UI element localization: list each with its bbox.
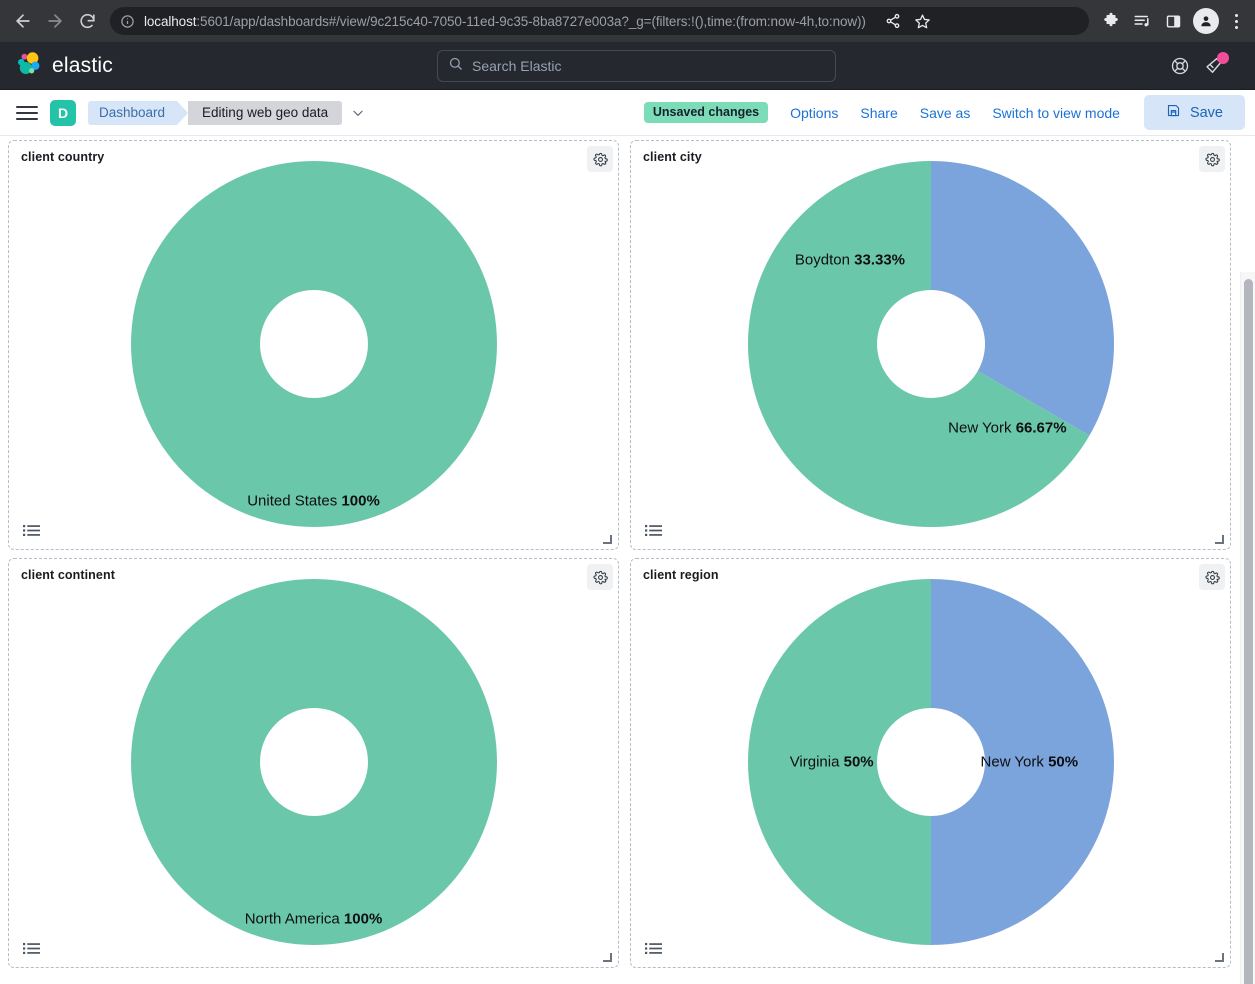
space-avatar[interactable]: D	[50, 99, 76, 126]
resize-handle-icon[interactable]	[1213, 532, 1225, 544]
save-button[interactable]: Save	[1143, 95, 1245, 130]
panel-title: client region	[643, 568, 719, 582]
switch-to-view-mode-button[interactable]: Switch to view mode	[992, 105, 1120, 121]
breadcrumb: Dashboard Editing web geo data	[88, 100, 365, 125]
breadcrumb-current[interactable]: Editing web geo data	[188, 100, 343, 125]
hamburger-menu-icon[interactable]	[16, 105, 38, 120]
slice-label: New York 66.67%	[948, 419, 1067, 437]
legend-list-icon[interactable]	[23, 524, 40, 537]
panel-chart-area: United States 100%	[9, 161, 618, 527]
bookmark-star-icon[interactable]	[909, 7, 937, 35]
header-actions	[1170, 52, 1241, 76]
brand-name: elastic	[52, 53, 113, 77]
panel-grid: client country United States 100% client…	[8, 140, 1232, 968]
search-placeholder: Search Elastic	[472, 57, 562, 74]
resize-handle-icon[interactable]	[601, 532, 613, 544]
side-panel-icon[interactable]	[1159, 7, 1187, 35]
notification-dot	[1217, 52, 1229, 64]
profile-avatar[interactable]	[1193, 8, 1219, 34]
elastic-brand[interactable]: elastic	[14, 49, 113, 83]
browser-toolbar: localhost:5601/app/dashboards#/view/9c21…	[0, 0, 1255, 42]
dashboard-actions: Unsaved changes Options Share Save as Sw…	[643, 95, 1245, 130]
help-lifebuoy-icon[interactable]	[1170, 56, 1190, 76]
extensions-puzzle-icon[interactable]	[1097, 7, 1125, 35]
slice-label: United States 100%	[247, 492, 380, 510]
scrollbar-thumb[interactable]	[1244, 279, 1253, 984]
donut-chart[interactable]	[130, 161, 497, 527]
url-text: localhost:5601/app/dashboards#/view/9c21…	[144, 14, 866, 29]
dashboard-panel[interactable]: client city Boydton 33.33% New York 66.67…	[630, 140, 1231, 550]
dashboard-canvas: client country United States 100% client…	[0, 136, 1255, 984]
dashboard-panel[interactable]: client country United States 100%	[8, 140, 619, 550]
forward-button[interactable]	[40, 6, 70, 36]
chevron-down-icon[interactable]	[351, 106, 365, 120]
panel-title: client country	[21, 150, 105, 164]
reading-list-icon[interactable]	[1128, 7, 1156, 35]
url-path: :5601/app/dashboards#/view/9c215c40-7050…	[196, 13, 866, 29]
url-host: localhost	[144, 13, 197, 29]
save-button-label: Save	[1189, 104, 1223, 121]
page-scrollbar[interactable]	[1240, 272, 1255, 984]
dashboard-panel[interactable]: client continent North America 100%	[8, 558, 619, 968]
resize-handle-icon[interactable]	[601, 950, 613, 962]
slice-label: Virginia 50%	[789, 753, 874, 771]
search-icon	[448, 56, 463, 76]
breadcrumb-dashboard[interactable]: Dashboard	[88, 100, 189, 125]
elastic-logo-icon	[14, 49, 43, 83]
save-as-button[interactable]: Save as	[920, 105, 971, 121]
announcement-megaphone-icon[interactable]	[1204, 52, 1229, 76]
back-button[interactable]	[8, 6, 38, 36]
site-info-icon[interactable]	[120, 14, 135, 29]
legend-list-icon[interactable]	[23, 942, 40, 955]
unsaved-changes-badge: Unsaved changes	[643, 102, 769, 123]
panel-chart-area: Virginia 50% New York 50%	[631, 579, 1230, 945]
donut-chart[interactable]	[747, 161, 1114, 527]
share-icon[interactable]	[879, 7, 907, 35]
options-button[interactable]: Options	[790, 105, 838, 121]
reload-button[interactable]	[72, 6, 102, 36]
share-button[interactable]: Share	[860, 105, 897, 121]
panel-title: client continent	[21, 568, 115, 582]
slice-label: New York 50%	[980, 753, 1079, 771]
global-search[interactable]: Search Elastic	[437, 49, 836, 82]
dashboard-panel[interactable]: client region Virginia 50% New York 50%	[630, 558, 1231, 968]
donut-chart[interactable]	[130, 579, 497, 945]
browser-menu-icon[interactable]	[1225, 13, 1247, 29]
panel-chart-area: North America 100%	[9, 579, 618, 945]
slice-label: North America 100%	[244, 910, 383, 928]
slice-label: Boydton 33.33%	[794, 251, 906, 269]
panel-chart-area: Boydton 33.33% New York 66.67%	[631, 161, 1230, 527]
dashboard-toolbar: D Dashboard Editing web geo data Unsaved…	[0, 90, 1255, 136]
address-bar[interactable]: localhost:5601/app/dashboards#/view/9c21…	[110, 7, 1089, 35]
panel-title: client city	[643, 150, 702, 164]
floppy-disk-icon	[1166, 103, 1181, 122]
browser-actions	[1097, 7, 1247, 35]
elastic-global-header: elastic Search Elastic	[0, 42, 1255, 90]
legend-list-icon[interactable]	[645, 524, 662, 537]
resize-handle-icon[interactable]	[1213, 950, 1225, 962]
legend-list-icon[interactable]	[645, 942, 662, 955]
